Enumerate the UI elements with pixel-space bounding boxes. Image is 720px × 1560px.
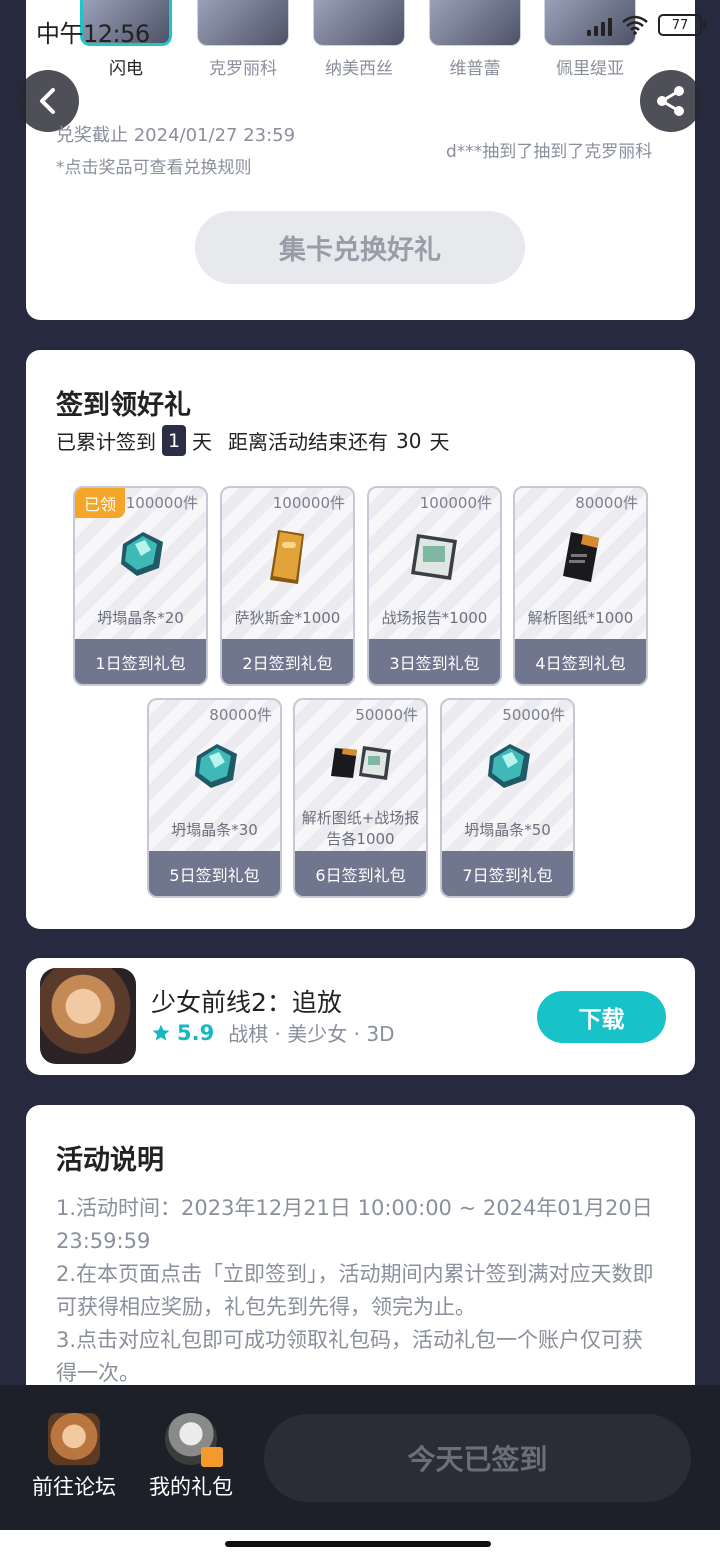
character-thumbnail: [197, 0, 289, 46]
app-meta: 5.9 战棋 · 美少女 · 3D: [151, 1018, 394, 1047]
gold-bar-icon: [269, 530, 304, 584]
character-name: 佩里缇亚: [556, 59, 624, 79]
app-name: 少女前线2：追放: [151, 988, 342, 1017]
gift-name: 解析图纸+战场报告各1000: [301, 809, 420, 848]
share-icon: [657, 86, 684, 116]
character-name: 维普蕾: [449, 59, 501, 79]
remaining-suffix: 天: [429, 430, 450, 454]
gift-count: 50000件: [502, 706, 565, 724]
gift-day-3[interactable]: 100000件 战场报告*1000 3日签到礼包: [367, 486, 502, 686]
gift-footer: 4日签到礼包: [515, 639, 646, 684]
share-button[interactable]: [640, 70, 702, 132]
status-icons: 77: [587, 14, 706, 36]
chevron-left-icon: [40, 88, 55, 114]
home-indicator[interactable]: [225, 1541, 491, 1547]
gift-name: 坍塌晶条*50: [464, 821, 551, 839]
my-gifts-button[interactable]: 我的礼包: [146, 1413, 236, 1501]
gift-day-7[interactable]: 50000件 坍塌晶条*50 7日签到礼包: [440, 698, 575, 898]
battery-icon: 77: [658, 14, 706, 36]
progress-prefix: 已累计签到: [56, 430, 156, 454]
gift-name: 萨狄斯金*1000: [234, 609, 341, 627]
rules-line: 1.活动时间：2023年12月21日 10:00:00 ~ 2024年01月20…: [56, 1196, 653, 1253]
gift-name: 战场报告*1000: [381, 609, 488, 627]
rules-line: 2.在本页面点击「立即签到」，活动期间内累计签到满对应天数即可获得相应奖励，礼包…: [56, 1262, 654, 1319]
character-item[interactable]: 佩里缇亚: [544, 0, 636, 79]
gift-day-1[interactable]: 已领 100000件 坍塌晶条*20 1日签到礼包: [73, 486, 208, 686]
claimed-badge: 已领: [75, 488, 125, 518]
gift-day-6[interactable]: 50000件 解析图纸+战场报告各1000 6日签到礼包: [293, 698, 428, 898]
remaining-days: 30: [396, 428, 422, 453]
exchange-deadline: 兑奖截止 2024/01/27 23:59: [56, 125, 296, 146]
status-time: 中午12:56: [36, 20, 150, 48]
remaining-prefix: 距离活动结束还有: [228, 430, 388, 454]
gift-name: 解析图纸*1000: [527, 609, 634, 627]
wifi-icon: [622, 15, 648, 35]
rules-text: 1.活动时间：2023年12月21日 10:00:00 ~ 2024年01月20…: [56, 1192, 656, 1390]
download-button[interactable]: 下载: [537, 991, 666, 1043]
forum-label: 前往论坛: [32, 1475, 116, 1499]
character-item[interactable]: 克罗丽科: [197, 0, 289, 79]
blueprint-icon: [562, 532, 599, 582]
app-tags: 战棋 · 美少女 · 3D: [228, 1022, 395, 1046]
gift-count: 100000件: [419, 494, 492, 512]
character-item[interactable]: 纳美西丝: [313, 0, 405, 79]
signed-today-button[interactable]: 今天已签到: [264, 1414, 691, 1502]
gift-footer: 3日签到礼包: [369, 639, 500, 684]
gift-footer: 2日签到礼包: [222, 639, 353, 684]
gift-name: 坍塌晶条*20: [97, 609, 184, 627]
character-thumbnail: [429, 0, 521, 46]
my-gifts-label: 我的礼包: [149, 1475, 233, 1499]
forum-avatar: [48, 1413, 100, 1465]
gift-count: 80000件: [209, 706, 272, 724]
report-icon: [410, 534, 457, 580]
character-selector: 闪电 克罗丽科 纳美西丝 维普蕾 佩里缇亚: [80, 0, 640, 82]
signal-icon: [587, 14, 612, 36]
gift-day-4[interactable]: 80000件 解析图纸*1000 4日签到礼包: [513, 486, 648, 686]
card-exchange-button[interactable]: 集卡兑换好礼: [195, 211, 525, 284]
gift-avatar: [165, 1413, 223, 1467]
gift-day-2[interactable]: 100000件 萨狄斯金*1000 2日签到礼包: [220, 486, 355, 686]
gift-footer: 7日签到礼包: [442, 851, 573, 896]
gift-count: 80000件: [575, 494, 638, 512]
gift-count: 100000件: [125, 494, 198, 512]
crystal-icon: [487, 744, 530, 788]
gift-footer: 1日签到礼包: [75, 639, 206, 684]
gift-count: 50000件: [355, 706, 418, 724]
character-name: 纳美西丝: [325, 59, 393, 79]
signin-progress: 已累计签到 1 天 距离活动结束还有 30 天: [56, 425, 449, 456]
app-rating: 5.9: [177, 1020, 215, 1045]
rules-title: 活动说明: [56, 1145, 164, 1176]
crystal-icon: [194, 744, 237, 788]
character-name: 克罗丽科: [209, 59, 277, 79]
star-icon: [152, 1024, 170, 1040]
forum-button[interactable]: 前往论坛: [30, 1413, 118, 1501]
character-thumbnail: [313, 0, 405, 46]
rules-line: 3.点击对应礼包即可成功领取礼包码，活动礼包一个账户仅可获得一次。: [56, 1328, 644, 1385]
signed-days: 1: [162, 425, 186, 456]
exchange-rule-hint: *点击奖品可查看兑换规则: [56, 158, 252, 178]
crystal-icon: [120, 532, 163, 576]
character-item[interactable]: 维普蕾: [429, 0, 521, 79]
gift-footer: 6日签到礼包: [295, 851, 426, 896]
gift-name: 坍塌晶条*30: [171, 821, 258, 839]
signin-title: 签到领好礼: [56, 390, 191, 421]
gift-footer: 5日签到礼包: [149, 851, 280, 896]
blueprint-report-icon: [330, 746, 391, 780]
character-name: 闪电: [109, 59, 143, 79]
gift-count: 100000件: [272, 494, 345, 512]
gift-day-5[interactable]: 80000件 坍塌晶条*30 5日签到礼包: [147, 698, 282, 898]
winner-ticker: d***抽到了抽到了克罗丽科: [446, 142, 653, 162]
progress-suffix: 天: [192, 430, 212, 454]
app-icon[interactable]: [40, 968, 136, 1064]
